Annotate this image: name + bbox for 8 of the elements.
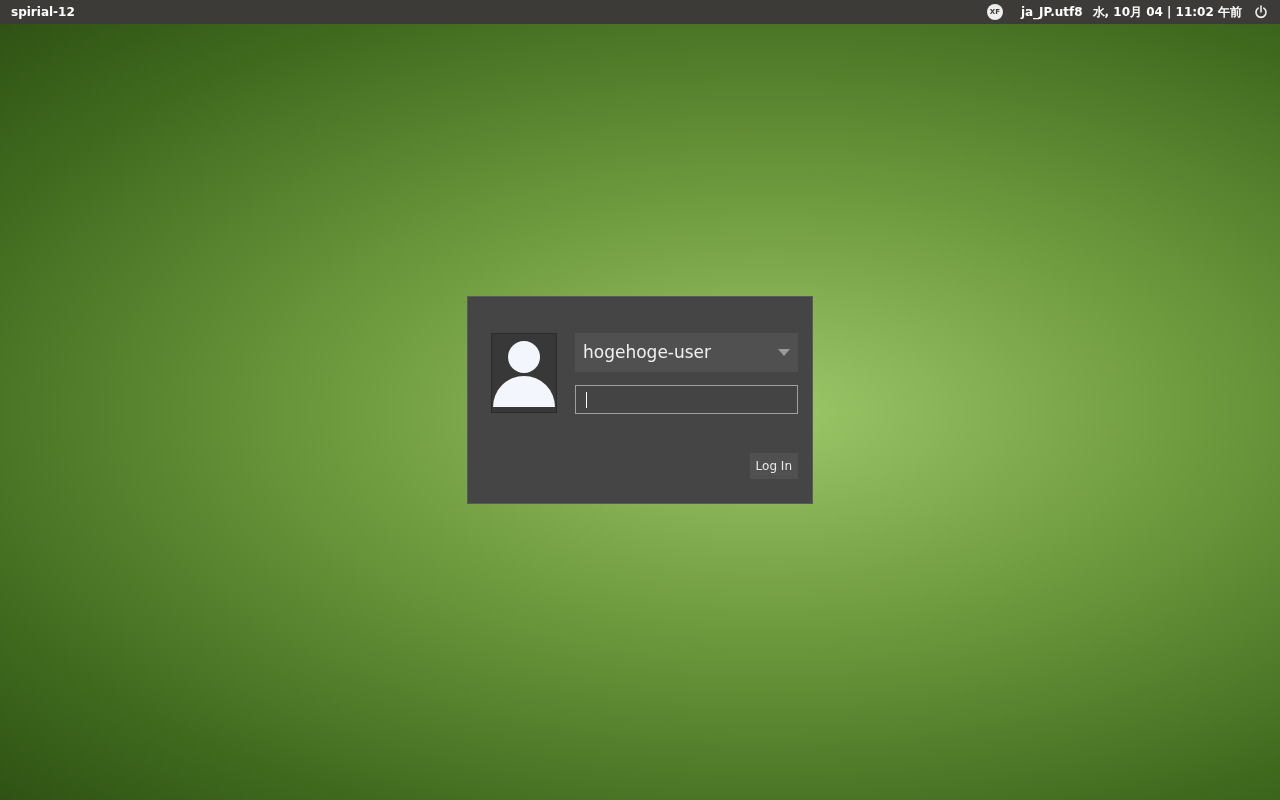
clock[interactable]: 水, 10月 04 | 11:02 午前 <box>1092 3 1242 21</box>
hostname: spirial-12 <box>11 4 75 21</box>
user-dropdown[interactable]: hogehoge-user <box>575 333 798 372</box>
dropdown-caret-icon <box>778 349 790 356</box>
locale-indicator[interactable]: ja_JP.utf8 <box>1020 3 1083 21</box>
login-button[interactable]: Log In <box>749 453 798 479</box>
power-icon[interactable] <box>1254 5 1268 19</box>
password-field[interactable] <box>575 385 798 414</box>
